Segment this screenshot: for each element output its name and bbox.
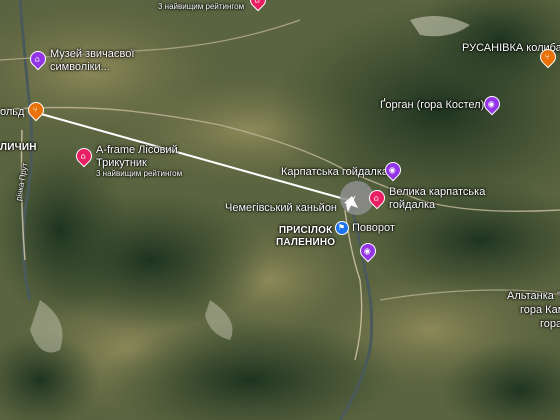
velyka-label-line1: Велика карпатська xyxy=(389,186,486,198)
povorot-label[interactable]: Поворот xyxy=(352,222,395,235)
aframe-label[interactable]: A-frame Лісовий Трикутник 3 найвищим рей… xyxy=(96,144,182,178)
place-lychyn: ЛИЧИН xyxy=(0,142,37,153)
museum-label-line2: символіки... xyxy=(50,60,110,73)
aframe-label-line2: Трикутник xyxy=(96,156,147,169)
restaurant-label[interactable]: ольд xyxy=(0,106,24,119)
gorgan-label[interactable]: Ґорган (гора Костел) xyxy=(380,99,484,112)
museum-label-line1: Музей звичаєвої xyxy=(50,48,135,60)
aframe-label-line1: A-frame Лісовий xyxy=(96,144,178,156)
place-prysilok: ПРИСІЛОК ПАЛЕНИНО xyxy=(276,225,335,248)
altanka-label[interactable]: Альтанка "М xyxy=(507,290,560,303)
gora-kam-label[interactable]: гора Кам xyxy=(520,304,560,317)
gora-g-label[interactable]: гора Ґ xyxy=(540,318,560,331)
flag-icon[interactable]: ⚑ xyxy=(335,221,349,235)
aframe-rating: 3 найвищим рейтингом xyxy=(96,169,183,179)
top-rating-text: 3 найвищим рейтингом xyxy=(158,2,245,11)
place-prysilok-line2: ПАЛЕНИНО xyxy=(276,236,336,248)
karpatska-label[interactable]: Карпатська гойдалка xyxy=(281,166,388,179)
place-prysilok-line1: ПРИСІЛОК xyxy=(278,225,333,236)
canyon-label[interactable]: Чемегівський каньйон xyxy=(225,202,337,215)
velyka-label-line2: гойдалка xyxy=(389,198,436,211)
museum-label[interactable]: Музей звичаєвої символіки... xyxy=(50,48,134,73)
velyka-label[interactable]: Велика карпатська гойдалка xyxy=(389,186,485,211)
